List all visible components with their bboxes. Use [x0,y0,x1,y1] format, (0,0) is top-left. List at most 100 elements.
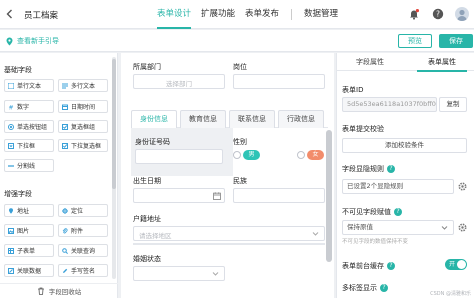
copy-button[interactable]: 复制 [439,97,467,112]
palette-scrollbar[interactable] [112,57,116,279]
label-dept: 所属部门 [133,63,161,71]
visibility-rule-label: 字段显隐规则? [342,164,395,174]
paperclip-icon [62,227,68,233]
household-address-select[interactable]: 请选择地区 [133,226,325,241]
field-number[interactable]: # 数字 [4,100,54,113]
label-id-number: 身份证号码 [135,138,170,146]
canvas-scrollbar[interactable] [326,130,332,262]
field-handwritten-signature[interactable]: 手写签名 [58,264,108,277]
tab-form-design[interactable]: 表单设计 [152,0,196,29]
help-icon[interactable]: ? [380,284,388,292]
position-select[interactable] [233,74,325,89]
field-dropdown[interactable]: 下拉框 [4,139,54,152]
dept-select[interactable]: 选择部门 [133,74,225,89]
label-gender: 性别 [233,138,247,146]
label-ethnicity: 民族 [233,177,247,185]
label-birth-date: 出生日期 [133,177,161,185]
chevron-down-icon [441,226,448,230]
field-checkbox-group[interactable]: 复选框组 [58,120,108,133]
female-tag: 女 [307,150,324,160]
field-radio-group[interactable]: 单选按钮组 [4,120,54,133]
form-id-label: 表单ID [342,86,364,94]
crosshair-icon [62,207,68,214]
app-title: 员工档案 [24,11,59,21]
add-validation-button[interactable]: 添加校验条件 [342,138,467,153]
nav-divider [291,9,293,20]
beginner-guide-link[interactable]: 查看新手引导 [5,36,59,46]
calendar-icon [62,104,68,110]
save-button[interactable]: 保存 [439,34,473,48]
field-image[interactable]: 图片 [4,224,54,237]
tab-data-management[interactable]: 数据管理 [299,0,343,29]
field-recycle-bin[interactable]: 字段回收站 [0,283,118,298]
user-icon [457,9,467,21]
tab-identity-info[interactable]: 身份信息 [131,110,177,128]
watermark: CSDN @清雅和乐 [430,291,471,297]
basic-fields-title: 基础字段 [4,66,32,74]
field-multi-line-text[interactable]: 多行文本 [58,79,108,92]
gear-icon[interactable] [458,182,467,191]
link-icon [8,267,14,274]
field-address[interactable]: 地址 [4,204,54,217]
male-tag: 男 [243,150,260,160]
back-arrow-icon[interactable] [4,8,16,20]
form-id-field: 5d5e53ea6118a1037f0bff0e [342,97,437,112]
id-number-input[interactable] [135,149,223,164]
tab-extensions[interactable]: 扩展功能 [196,0,240,29]
chevron-down-icon [212,272,219,276]
bell-icon[interactable] [408,8,420,20]
field-attachment[interactable]: 附件 [58,224,108,237]
help-icon[interactable]: ? [394,208,402,216]
label-household-address: 户籍地址 [133,215,161,223]
trash-icon [37,287,44,295]
marital-status-select[interactable] [133,266,225,281]
dropdown-icon [8,142,14,149]
visibility-rule-field[interactable]: 已设置2个显隐规则 [342,179,454,194]
number-icon: # [8,104,13,110]
field-dropdown-multi[interactable]: 下拉复选框 [58,139,108,152]
tab-admin-info[interactable]: 行政信息 [278,110,324,128]
gender-option-female[interactable]: 女 [297,150,324,160]
svg-text:?: ? [436,10,440,19]
tab-field-properties[interactable]: 字段属性 [337,53,403,71]
help-icon[interactable]: ? [387,262,395,270]
address-placeholder: 请选择地区 [139,232,172,240]
top-bar: 员工档案 表单设计 扩展功能 表单发布 数据管理 ? [0,0,474,29]
frontend-cache-toggle[interactable]: 开 [445,259,467,270]
field-linked-data[interactable]: 关联数据 [4,264,54,277]
field-divider[interactable]: 分割线 [4,159,54,172]
field-single-line-text[interactable]: 单行文本 [4,79,54,92]
gear-icon[interactable] [458,223,467,232]
field-linked-query[interactable]: 关联查询 [58,244,108,257]
ethnicity-input[interactable] [233,188,325,203]
guide-link-label: 查看新手引导 [17,37,59,45]
tab-contact-info[interactable]: 联系信息 [229,110,275,128]
field-geolocation[interactable]: 定位 [58,204,108,217]
help-icon[interactable]: ? [432,8,444,20]
submit-validation-label: 表单提交校验 [342,125,384,133]
field-datetime[interactable]: 日期时间 [58,100,108,113]
invisible-assign-label: 不可见字段赋值? [342,207,402,217]
preview-button[interactable]: 预览 [398,34,432,48]
tab-form-publish[interactable]: 表单发布 [240,0,284,29]
subform-tabs: 身份信息 教育信息 联系信息 行政信息 [131,110,328,128]
radio-icon [8,123,14,130]
tab-form-properties[interactable]: 表单属性 [409,53,474,72]
tab-education-info[interactable]: 教育信息 [180,110,226,128]
chevron-down-icon [312,232,319,236]
label-position: 岗位 [233,63,247,71]
label-marital-status: 婚姻状态 [133,255,161,263]
dept-placeholder: 选择部门 [166,80,192,88]
invisible-assign-select[interactable]: 保持原值 [342,220,454,235]
action-bar: 查看新手引导 预览 保存 [0,30,474,52]
radio-circle [233,151,241,159]
table-icon [8,247,14,254]
pin-icon [6,37,13,45]
help-icon[interactable]: ? [387,165,395,173]
gender-option-male[interactable]: 男 [233,150,260,160]
birth-date-picker[interactable] [133,188,225,203]
user-avatar[interactable] [455,7,469,21]
invisible-assign-hint: 不可见字段的数值保持不变 [342,239,409,245]
field-subform[interactable]: 子表单 [4,244,54,257]
svg-text:#: # [8,104,13,110]
